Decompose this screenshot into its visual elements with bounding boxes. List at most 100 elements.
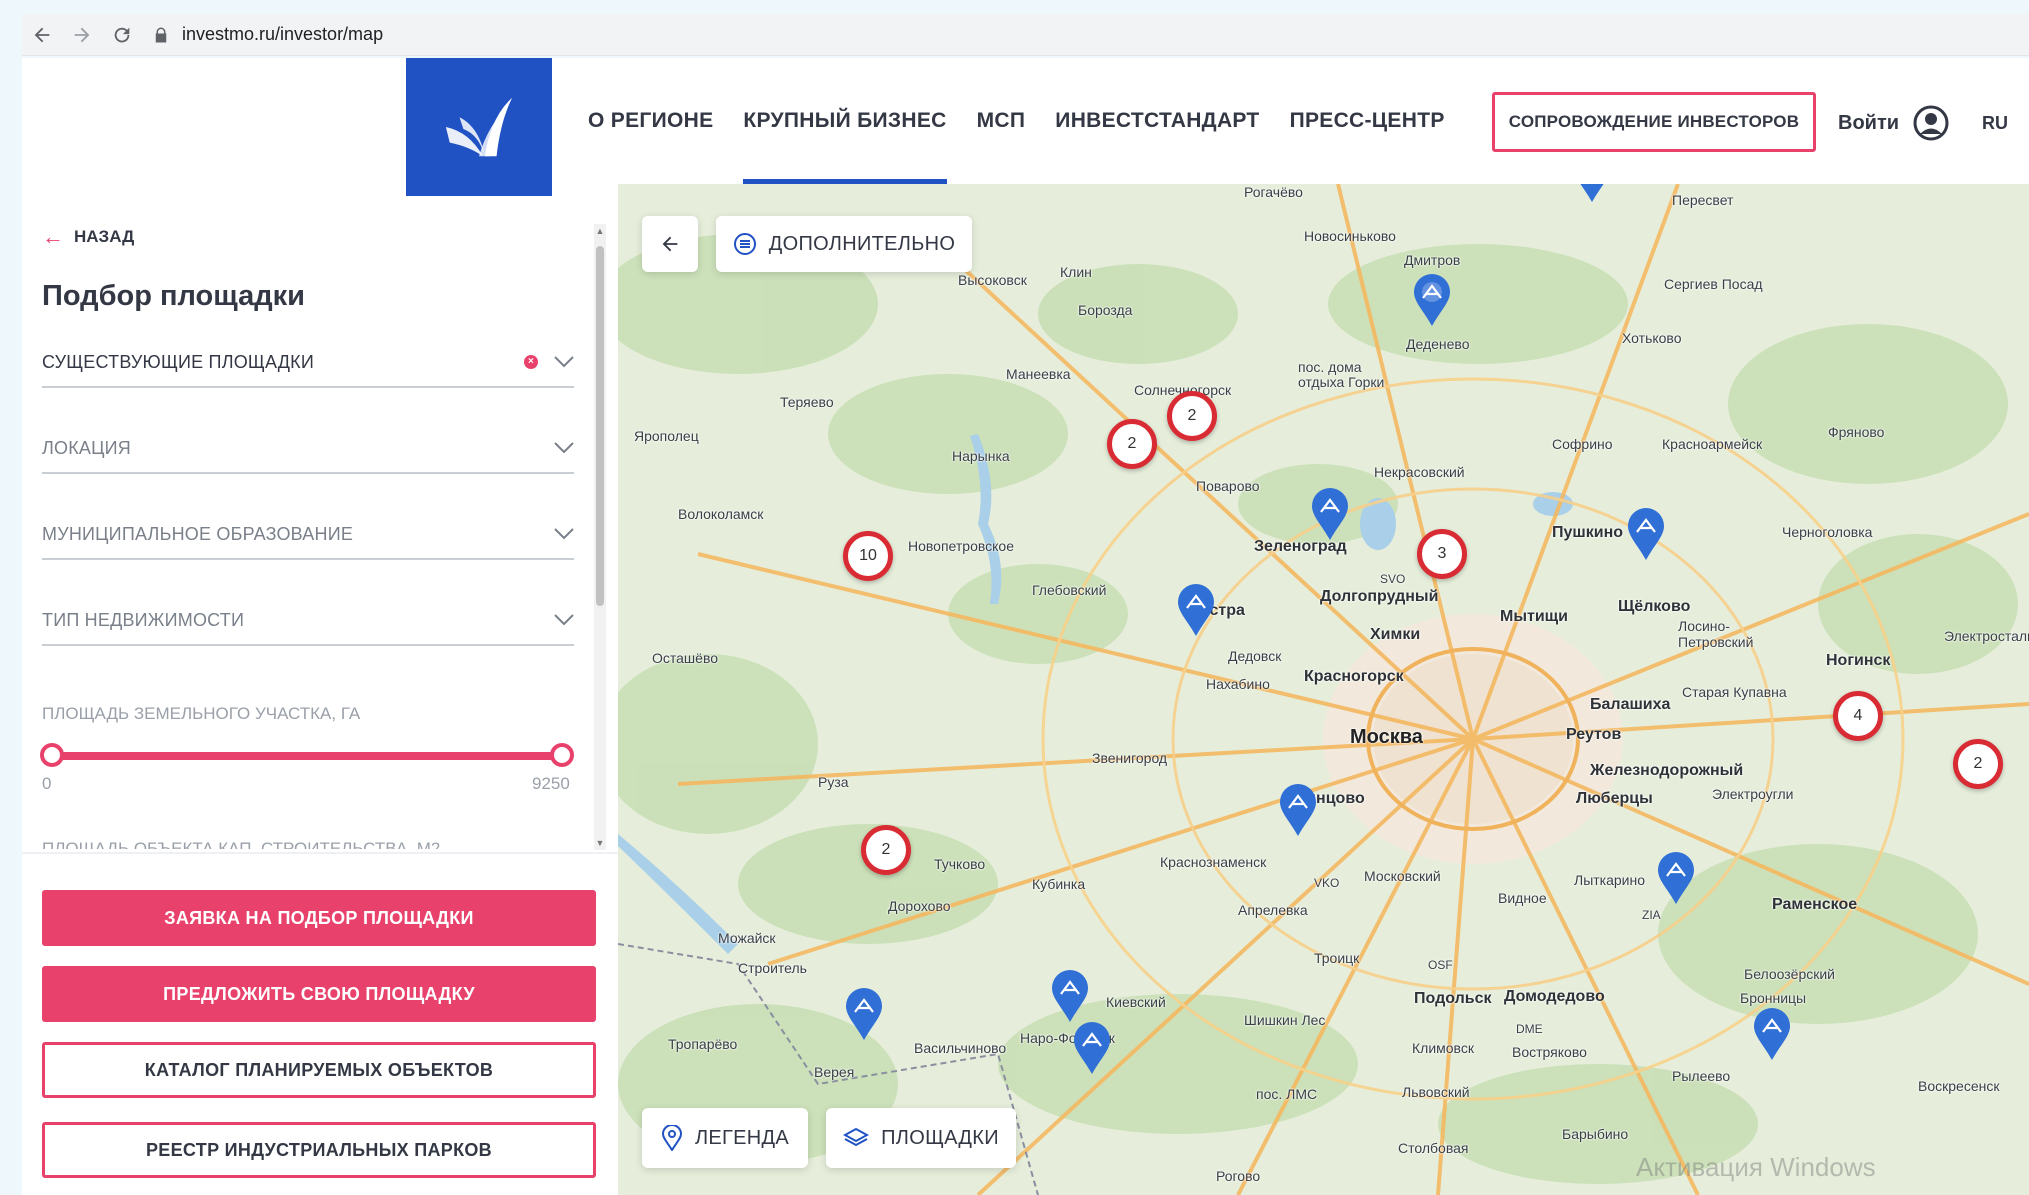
- site-cluster-marker[interactable]: 2: [861, 825, 911, 875]
- site-pin-icon[interactable]: [1411, 272, 1453, 328]
- app-window: investmo.ru/investor/map О РЕГИОНЕ КРУПН…: [0, 0, 2029, 1195]
- map-label-dme: DME: [1516, 1022, 1543, 1036]
- nav-item-big-business[interactable]: КРУПНЫЙ БИЗНЕС: [743, 58, 947, 184]
- map-label-yaropolets: Ярополец: [634, 428, 699, 444]
- field-label: ЛОКАЦИЯ: [42, 437, 131, 458]
- map-pin-outline-icon: [661, 1125, 682, 1151]
- back-arrow-icon[interactable]: [22, 15, 62, 55]
- nav-item-region[interactable]: О РЕГИОНЕ: [588, 58, 713, 184]
- map-label-sofrino: Софрино: [1552, 436, 1613, 452]
- map-label-klin: Клин: [1060, 264, 1092, 280]
- site-cluster-marker[interactable]: 2: [1107, 419, 1157, 469]
- investor-support-button[interactable]: СОПРОВОЖДЕНИЕ ИНВЕСТОРОВ: [1492, 92, 1816, 152]
- catalog-button[interactable]: КАТАЛОГ ПЛАНИРУЕМЫХ ОБЪЕКТОВ: [42, 1042, 596, 1098]
- wing-logo-icon: [445, 97, 513, 157]
- map-sites-button[interactable]: ПЛОЩАДКИ: [826, 1108, 1016, 1168]
- map-label-teryaevo: Теряево: [780, 394, 834, 410]
- panel-title: Подбор площадки: [42, 280, 305, 312]
- site-pin-icon[interactable]: [1655, 850, 1697, 906]
- slider-fill: [52, 752, 562, 760]
- land-area-label: ПЛОЩАДЬ ЗЕМЕЛЬНОГО УЧАСТКА, ГА: [42, 704, 361, 723]
- slider-max-handle[interactable]: [550, 743, 574, 767]
- industrial-parks-registry-button[interactable]: РЕЕСТР ИНДУСТРИАЛЬНЫХ ПАРКОВ: [42, 1122, 596, 1178]
- map-label-vereya: Верея: [814, 1064, 855, 1080]
- map-label-lvovsky: Львовский: [1402, 1084, 1470, 1100]
- map-label-povarovo: Поварово: [1196, 478, 1260, 494]
- back-link[interactable]: ← НАЗАД: [42, 224, 134, 250]
- site-pin-icon[interactable]: [843, 986, 885, 1042]
- location-select[interactable]: ЛОКАЦИЯ: [42, 424, 574, 474]
- address-bar[interactable]: investmo.ru/investor/map: [152, 19, 383, 51]
- map-label-volokolamsk: Волоколамск: [678, 506, 764, 522]
- map-label-mytishchi: Мытищи: [1500, 608, 1568, 625]
- panel-scrollbar[interactable]: ▲ ▼: [594, 224, 606, 850]
- map-label-narynka: Нарынка: [952, 448, 1010, 464]
- site-pin-icon[interactable]: [1751, 1006, 1793, 1062]
- scroll-up-icon[interactable]: ▲: [594, 226, 606, 236]
- map-label-stroitel: Строитель: [738, 960, 807, 976]
- site-cluster-marker[interactable]: 2: [1953, 739, 2003, 789]
- offer-site-button[interactable]: ПРЕДЛОЖИТЬ СВОЮ ПЛОЩАДКУ: [42, 966, 596, 1022]
- map-label-vidnoe: Видное: [1498, 890, 1547, 906]
- map-label-shchelkovo: Щёлково: [1618, 598, 1691, 615]
- map-label-chernogolovka: Черноголовка: [1782, 524, 1873, 540]
- url-text: investmo.ru/investor/map: [182, 24, 384, 44]
- site-pin-icon[interactable]: [1277, 782, 1319, 838]
- site-pin-icon[interactable]: [1625, 506, 1667, 562]
- map-back-button[interactable]: [642, 216, 698, 272]
- map-label-rogovo: Рогово: [1216, 1168, 1261, 1184]
- language-switch[interactable]: RU: [1982, 98, 2008, 148]
- main-nav: О РЕГИОНЕ КРУПНЫЙ БИЗНЕС МСП ИНВЕСТСТАНД…: [588, 58, 1445, 184]
- list-circle-icon: [733, 233, 756, 255]
- map-additional-button[interactable]: ДОПОЛНИТЕЛЬНО: [716, 216, 972, 272]
- map-label-nakhabino: Нахабино: [1206, 676, 1270, 692]
- map-view[interactable]: Москва Зеленоград Химки Мытищи Красногор…: [618, 184, 2029, 1195]
- slider-min-handle[interactable]: [40, 743, 64, 767]
- map-label-klimovsk: Климовск: [1412, 1040, 1474, 1056]
- map-label-bronnitsy: Бронницы: [1740, 990, 1807, 1006]
- map-label-shishkin-les: Шишкин Лес: [1244, 1012, 1326, 1028]
- site-cluster-marker[interactable]: 10: [843, 531, 893, 581]
- map-label-rogachevo: Рогачёво: [1244, 184, 1303, 200]
- site-cluster-marker[interactable]: 3: [1417, 529, 1467, 579]
- scrollbar-thumb[interactable]: [596, 246, 604, 606]
- nav-item-investstandard[interactable]: ИНВЕСТСТАНДАРТ: [1055, 58, 1259, 184]
- map-label-osf: OSF: [1428, 958, 1453, 972]
- site-cluster-marker[interactable]: 2: [1167, 391, 1217, 441]
- reload-icon[interactable]: [102, 15, 142, 55]
- chevron-down-icon: [554, 528, 574, 540]
- field-label: ТИП НЕДВИЖИМОСТИ: [42, 609, 245, 630]
- login-button[interactable]: Войти: [1838, 98, 1949, 148]
- map-legend-button[interactable]: ЛЕГЕНДА: [642, 1108, 808, 1168]
- site-logo[interactable]: [406, 58, 552, 196]
- map-label-staraya-kupavna: Старая Купавна: [1682, 684, 1787, 700]
- nav-item-press-center[interactable]: ПРЕСС-ЦЕНТР: [1290, 58, 1445, 184]
- chevron-down-icon: [554, 442, 574, 454]
- site-pin-icon[interactable]: [1309, 486, 1351, 542]
- map-label-reutov: Реутов: [1566, 726, 1622, 743]
- back-label: НАЗАД: [74, 227, 135, 246]
- scroll-down-icon[interactable]: ▼: [594, 838, 606, 848]
- nav-item-msp[interactable]: МСП: [977, 58, 1026, 184]
- land-area-slider[interactable]: [40, 743, 574, 768]
- clear-icon[interactable]: ×: [524, 355, 538, 369]
- map-label-novopetrovskoe: Новопетровское: [908, 538, 1014, 554]
- map-label-borozda: Борозда: [1078, 302, 1133, 318]
- property-type-select[interactable]: ТИП НЕДВИЖИМОСТИ: [42, 596, 574, 646]
- existing-sites-select[interactable]: СУЩЕСТВУЮЩИЕ ПЛОЩАДКИ ×: [42, 338, 574, 388]
- lock-icon: [155, 27, 167, 42]
- map-label-domodedovo: Домодедово: [1504, 988, 1605, 1005]
- site-header: О РЕГИОНЕ КРУПНЫЙ БИЗНЕС МСП ИНВЕСТСТАНД…: [22, 58, 2029, 196]
- map-label-moscow: Москва: [1350, 726, 1423, 748]
- site-pin-icon[interactable]: [1071, 1020, 1113, 1076]
- municipality-select[interactable]: МУНИЦИПАЛЬНОЕ ОБРАЗОВАНИЕ: [42, 510, 574, 560]
- site-pin-icon[interactable]: [1049, 968, 1091, 1024]
- map-label-zheleznodorozhny: Железнодорожный: [1590, 762, 1744, 779]
- sites-label: ПЛОЩАДКИ: [881, 1126, 999, 1149]
- site-cluster-marker[interactable]: 4: [1833, 691, 1883, 741]
- request-site-button[interactable]: ЗАЯВКА НА ПОДБОР ПЛОЩАДКИ: [42, 890, 596, 946]
- site-pin-icon[interactable]: [1175, 582, 1217, 638]
- site-pin-icon[interactable]: [1571, 184, 1613, 204]
- forward-arrow-icon[interactable]: [62, 15, 102, 55]
- map-label-moskovsky: Московский: [1364, 868, 1441, 884]
